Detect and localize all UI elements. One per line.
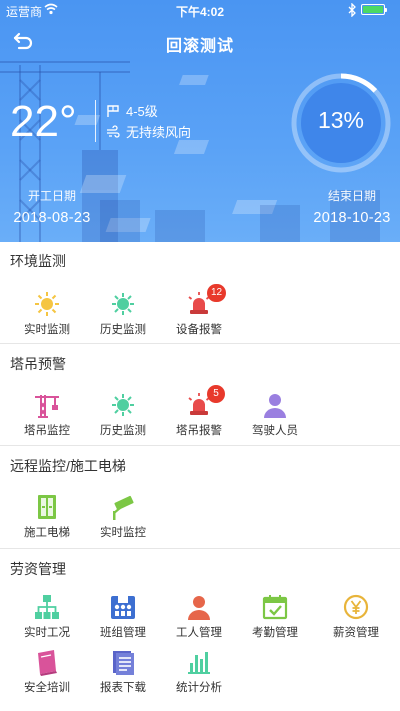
crane-history-monitor[interactable]: 历史监测 xyxy=(85,391,161,438)
attendance-icon xyxy=(262,595,288,620)
team-icon xyxy=(111,596,135,619)
project-header: 运营商 下午4:02 回滚测试 22° 4-5级 无持续风向 13% 开工日期 … xyxy=(0,0,400,242)
wind-flag-icon xyxy=(107,104,119,117)
section-labor: 劳资管理 实时工况 班组管理 工人管理 考勤管理 薪资管理 安全培训 报表下载 … xyxy=(0,550,400,711)
page-title: 回滚测试 xyxy=(165,38,234,55)
labor-safety-training[interactable]: 安全培训 xyxy=(9,648,85,695)
start-date: 2018-08-23 xyxy=(13,210,91,226)
driver-icon xyxy=(264,394,286,418)
section-tower-crane: 塔吊预警 塔吊监控 历史监测 塔吊报警 5 驾驶人员 xyxy=(0,345,400,446)
realtime-video-monitor[interactable]: 实时监控 xyxy=(85,493,161,540)
section-title: 环境监测 xyxy=(10,253,66,269)
wind-level: 4-5级 xyxy=(126,104,158,119)
crane-alarm[interactable]: 塔吊报警 5 xyxy=(161,385,237,438)
labor-report-download[interactable]: 报表下载 xyxy=(85,648,161,695)
labor-attendance-management[interactable]: 考勤管理 xyxy=(237,593,313,640)
history-sun-icon xyxy=(112,293,134,315)
end-date-block: 结束日期 2018-10-23 xyxy=(306,187,398,226)
section-title: 远程监控/施工电梯 xyxy=(10,458,126,474)
sun-icon xyxy=(35,292,59,316)
bar-chart-icon xyxy=(188,652,210,674)
construction-elevator[interactable]: 施工电梯 xyxy=(9,493,85,540)
wind-direction: 无持续风向 xyxy=(126,125,192,140)
navigation-bar: 回滚测试 xyxy=(0,26,400,56)
start-date-block: 开工日期 2018-08-23 xyxy=(6,187,98,226)
book-icon xyxy=(38,650,57,676)
progress-gauge: 13% xyxy=(291,61,391,186)
section-title: 劳资管理 xyxy=(10,561,66,577)
wind-level-row: 4-5级 xyxy=(106,101,158,120)
status-time: 下午4:02 xyxy=(175,5,225,19)
section-title: 塔吊预警 xyxy=(10,356,66,372)
org-chart-icon xyxy=(35,595,59,619)
labor-worker-management[interactable]: 工人管理 xyxy=(161,593,237,640)
progress-percent: 13% xyxy=(317,107,365,133)
salary-icon xyxy=(343,594,369,620)
wind-icon xyxy=(107,124,120,138)
end-date-label: 结束日期 xyxy=(327,189,376,203)
camera-icon xyxy=(113,495,134,520)
report-icon xyxy=(113,651,134,675)
alarm-count-badge: 5 xyxy=(207,385,225,403)
crane-driver[interactable]: 驾驶人员 xyxy=(237,391,313,438)
history-sun-icon xyxy=(112,394,134,416)
bluetooth-icon xyxy=(348,3,356,17)
env-history-monitor[interactable]: 历史监测 xyxy=(85,290,161,337)
wind-direction-row: 无持续风向 xyxy=(106,122,191,141)
labor-salary-management[interactable]: 薪资管理 xyxy=(318,593,394,640)
end-date: 2018-10-23 xyxy=(313,210,391,226)
env-realtime-monitor[interactable]: 实时监测 xyxy=(9,290,85,337)
elevator-icon xyxy=(38,495,56,519)
labor-team-management[interactable]: 班组管理 xyxy=(85,593,161,640)
temperature-value: 22° xyxy=(10,97,77,146)
start-date-label: 开工日期 xyxy=(27,189,76,203)
battery-icon xyxy=(361,4,387,15)
section-remote-monitor: 远程监控/施工电梯 施工电梯 实时监控 xyxy=(0,447,400,549)
section-environment: 环境监测 实时监测 历史监测 设备报警 12 xyxy=(0,242,400,344)
crane-monitor[interactable]: 塔吊监控 xyxy=(9,391,85,438)
status-bar: 运营商 下午4:02 xyxy=(0,0,400,20)
divider xyxy=(95,100,96,142)
labor-statistics[interactable]: 统计分析 xyxy=(161,648,237,695)
env-device-alarm[interactable]: 设备报警 12 xyxy=(161,284,237,337)
worker-icon xyxy=(188,596,210,620)
labor-realtime-status[interactable]: 实时工况 xyxy=(9,593,85,640)
tower-crane-icon xyxy=(35,395,59,418)
alarm-count-badge: 12 xyxy=(207,284,227,302)
